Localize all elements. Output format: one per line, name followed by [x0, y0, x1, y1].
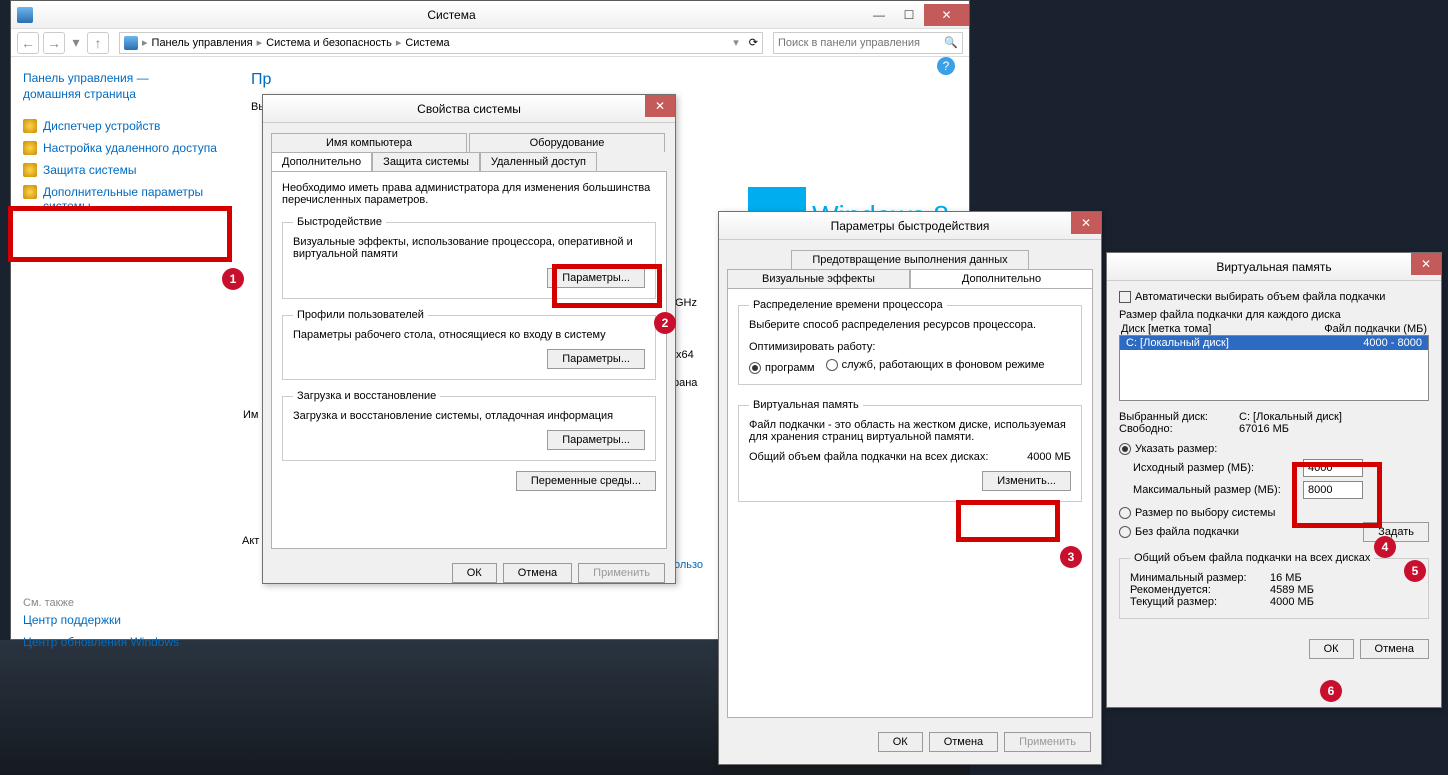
breadcrumb[interactable]: ▸ Панель управления ▸ Система и безопасн…	[119, 32, 763, 54]
annotation-badge-1: 1	[222, 268, 244, 290]
group-totals: Общий объем файла подкачки на всех диска…	[1119, 552, 1429, 619]
env-vars-button[interactable]: Переменные среды...	[516, 471, 656, 491]
group-boot: Загрузка и восстановление Загрузка и вос…	[282, 390, 656, 461]
annotation-badge-6: 6	[1320, 680, 1342, 702]
tab-advanced[interactable]: Дополнительно	[271, 152, 372, 171]
tab-computer-name[interactable]: Имя компьютера	[271, 133, 467, 152]
vmem-title: Виртуальная память ✕	[1107, 253, 1441, 281]
annotation-badge-5: 5	[1404, 560, 1426, 582]
sysprops-cancel-button[interactable]: Отмена	[503, 563, 572, 583]
group-virtual-memory: Виртуальная память Файл подкачки - это о…	[738, 399, 1082, 502]
annotation-badge-3: 3	[1060, 546, 1082, 568]
sysprops-intro: Необходимо иметь права администратора дл…	[282, 182, 656, 206]
disk-list[interactable]: C: [Локальный диск]4000 - 8000	[1119, 335, 1429, 401]
up-button[interactable]: ↑	[87, 32, 109, 54]
annotation-badge-2: 2	[654, 312, 676, 334]
tab-protection[interactable]: Защита системы	[372, 152, 480, 171]
sidebar: Панель управления — домашняя страница Ди…	[11, 57, 235, 639]
vmem-close-button[interactable]: ✕	[1411, 253, 1441, 275]
window-title: Система	[39, 8, 864, 22]
perfopts-close-button[interactable]: ✕	[1071, 212, 1101, 234]
sidebar-link-protection[interactable]: Защита системы	[23, 159, 223, 181]
vmem-cancel-button[interactable]: Отмена	[1360, 639, 1429, 659]
annotation-box-1	[8, 206, 232, 262]
radio-programs[interactable]: программ	[749, 362, 815, 374]
perdisk-label: Размер файла подкачки для каждого диска	[1119, 309, 1429, 321]
search-icon[interactable]: 🔍	[944, 36, 958, 49]
titlebar: Система — ☐ ✕	[11, 1, 969, 29]
annotation-box-3	[956, 500, 1060, 542]
sysprops-title: Свойства системы ✕	[263, 95, 675, 123]
tab-hardware[interactable]: Оборудование	[469, 133, 665, 152]
tab-remote[interactable]: Удаленный доступ	[480, 152, 597, 171]
forward-button[interactable]: →	[43, 32, 65, 54]
group-scheduling: Распределение времени процессора Выберит…	[738, 299, 1082, 385]
sidebar-header-1[interactable]: Панель управления —	[23, 71, 223, 85]
sysprops-close-button[interactable]: ✕	[645, 95, 675, 117]
see-also-label: См. также	[23, 597, 223, 609]
profiles-settings-button[interactable]: Параметры...	[547, 349, 645, 369]
location-icon	[124, 36, 138, 50]
sidebar-link-update[interactable]: Центр обновления Windows	[23, 631, 223, 653]
annotation-box-2	[552, 264, 662, 308]
back-button[interactable]: ←	[17, 32, 39, 54]
system-properties-dialog: Свойства системы ✕ Имя компьютера Оборуд…	[262, 94, 676, 584]
performance-options-dialog: Параметры быстродействия ✕ Предотвращени…	[718, 211, 1102, 765]
sidebar-link-support[interactable]: Центр поддержки	[23, 609, 223, 631]
perfopts-apply-button[interactable]: Применить	[1004, 732, 1091, 752]
tab-visual-effects[interactable]: Визуальные эффекты	[727, 269, 910, 288]
refresh-icon[interactable]: ⟳	[749, 36, 758, 49]
history-dropdown[interactable]: ▾	[69, 32, 83, 54]
sidebar-header-2[interactable]: домашняя страница	[23, 87, 223, 101]
sysprops-apply-button[interactable]: Применить	[578, 563, 665, 583]
search-box[interactable]: 🔍	[773, 32, 963, 54]
annotation-badge-4: 4	[1374, 536, 1396, 558]
auto-size-checkbox[interactable]	[1119, 291, 1131, 303]
close-button[interactable]: ✕	[924, 4, 969, 26]
perfopts-ok-button[interactable]: ОК	[878, 732, 923, 752]
sidebar-link-device-manager[interactable]: Диспетчер устройств	[23, 115, 223, 137]
annotation-box-4	[1292, 462, 1382, 528]
sysprops-ok-button[interactable]: ОК	[452, 563, 497, 583]
perfopts-cancel-button[interactable]: Отмена	[929, 732, 998, 752]
perfopts-title: Параметры быстродействия ✕	[719, 212, 1101, 240]
sidebar-link-remote[interactable]: Настройка удаленного доступа	[23, 137, 223, 159]
group-profiles: Профили пользователей Параметры рабочего…	[282, 309, 656, 380]
vmem-ok-button[interactable]: ОК	[1309, 639, 1354, 659]
change-vm-button[interactable]: Изменить...	[982, 471, 1071, 491]
breadcrumb-dropdown-icon[interactable]: ▾	[733, 36, 739, 49]
main-heading: Пр	[251, 71, 953, 89]
disk-row-c[interactable]: C: [Локальный диск]4000 - 8000	[1120, 336, 1428, 350]
radio-services[interactable]: служб, работающих в фоновом режиме	[826, 359, 1045, 371]
minimize-button[interactable]: —	[864, 4, 894, 26]
radio-no-pagefile[interactable]: Без файла подкачки	[1119, 526, 1239, 538]
radio-custom-size[interactable]: Указать размер:	[1119, 443, 1217, 455]
tab-dep[interactable]: Предотвращение выполнения данных	[791, 250, 1029, 269]
maximize-button[interactable]: ☐	[894, 4, 924, 26]
virtual-memory-dialog: Виртуальная память ✕ Автоматически выбир…	[1106, 252, 1442, 708]
navbar: ← → ▾ ↑ ▸ Панель управления ▸ Система и …	[11, 29, 969, 57]
tab-advanced-perf[interactable]: Дополнительно	[910, 269, 1093, 288]
radio-system-size[interactable]: Размер по выбору системы	[1119, 507, 1275, 519]
search-input[interactable]	[778, 37, 944, 49]
boot-settings-button[interactable]: Параметры...	[547, 430, 645, 450]
